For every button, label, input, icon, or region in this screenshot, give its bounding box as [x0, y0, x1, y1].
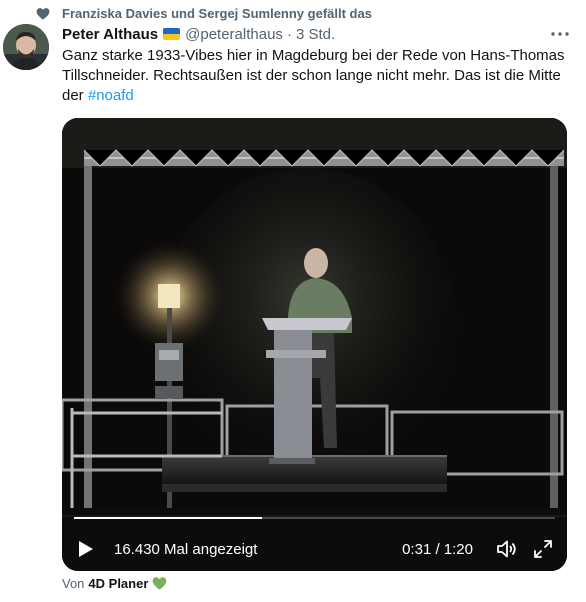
tweet-header: Peter Althaus @peteralthaus · 3 Std.	[62, 24, 335, 44]
video-time: 0:31 / 1:20	[402, 540, 473, 558]
more-options-icon[interactable]	[548, 24, 572, 44]
video-player[interactable]: 16.430 Mal angezeigt 0:31 / 1:20	[62, 118, 567, 571]
tweet-body: Ganz starke 1933-Vibes hier in Magdeburg…	[62, 47, 565, 104]
source-line: Von 4D Planer	[62, 574, 167, 592]
source-brand[interactable]: 4D Planer	[88, 576, 148, 591]
avatar[interactable]	[3, 24, 49, 70]
hashtag-link[interactable]: #noafd	[88, 87, 134, 104]
video-progress-fill	[74, 517, 262, 519]
author-name[interactable]: Peter Althaus	[62, 26, 158, 43]
social-context[interactable]: Franziska Davies und Sergej Sumlenny gef…	[36, 4, 372, 22]
tweet-text: Ganz starke 1933-Vibes hier in Magdeburg…	[62, 46, 567, 106]
video-progress-bar[interactable]	[74, 517, 555, 519]
source-prefix: Von	[62, 575, 85, 591]
timestamp[interactable]: 3 Std.	[296, 26, 335, 43]
social-context-text: Franziska Davies und Sergej Sumlenny gef…	[62, 5, 372, 21]
green-heart-icon	[153, 577, 167, 590]
fullscreen-icon[interactable]	[531, 537, 555, 561]
heart-icon	[36, 6, 50, 20]
separator: ·	[286, 25, 292, 43]
view-count: 16.430 Mal angezeigt	[114, 540, 258, 558]
volume-icon[interactable]	[495, 537, 519, 561]
play-icon[interactable]	[74, 537, 98, 561]
video-frame	[62, 118, 567, 571]
ukraine-flag-icon	[163, 28, 181, 40]
author-handle[interactable]: @peteralthaus	[185, 26, 283, 43]
video-controls: 16.430 Mal angezeigt 0:31 / 1:20	[62, 527, 567, 571]
